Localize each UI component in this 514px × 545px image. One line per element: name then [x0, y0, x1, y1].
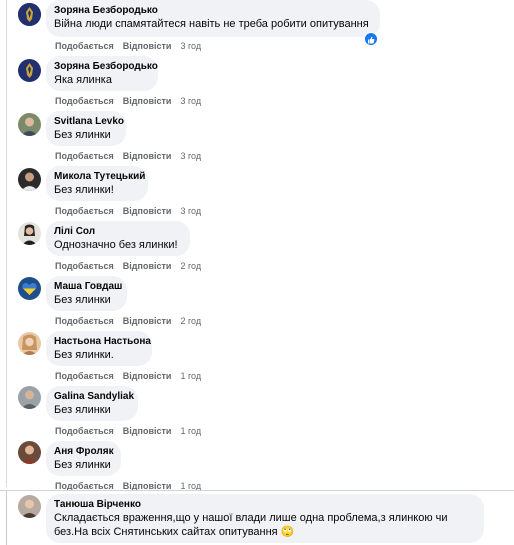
photo-avatar-icon: [18, 222, 41, 245]
comment-bubble: Настьона Настьона Без ялинки.: [46, 331, 152, 366]
comment-actions: Подобається Відповісти 2 год: [55, 315, 201, 327]
avatar[interactable]: [18, 222, 41, 245]
comment-text: Війна люди спамятайтеся навіть не треба …: [54, 18, 369, 30]
heart-avatar-icon: [18, 277, 41, 300]
comment-author[interactable]: Galina Sandyliak: [54, 390, 134, 403]
photo-avatar-icon: [18, 441, 41, 464]
comment-author[interactable]: Аня Фроляк: [54, 445, 114, 458]
comment-time[interactable]: 1 год: [180, 370, 201, 382]
crest-avatar-icon: [18, 59, 41, 82]
comment-time[interactable]: 3 год: [180, 150, 201, 162]
like-button[interactable]: Подобається: [55, 95, 114, 107]
avatar[interactable]: [18, 3, 41, 26]
like-button[interactable]: Подобається: [55, 425, 114, 437]
comment-author[interactable]: Зоряна Безбородько: [54, 60, 158, 73]
comment-bubble: Маша Говдаш Без ялинки: [46, 276, 127, 311]
thread-line: [6, 491, 7, 545]
like-button[interactable]: Подобається: [55, 40, 114, 52]
comment-time[interactable]: 1 год: [180, 425, 201, 437]
reply-button[interactable]: Відповісти: [123, 150, 172, 162]
reply-button[interactable]: Відповісти: [123, 205, 172, 217]
reply-button[interactable]: Відповісти: [123, 315, 172, 327]
comment-text: Без ялинки: [54, 129, 111, 141]
avatar[interactable]: [18, 113, 41, 136]
comment-author[interactable]: Маша Говдаш: [54, 280, 122, 293]
comment-text: Без ялинки!: [54, 184, 114, 196]
avatar[interactable]: [18, 168, 41, 191]
thread-line: [6, 0, 7, 487]
comment-actions: Подобається Відповісти 2 год: [55, 260, 201, 272]
comment-text-line-2: без.На всіх Снятинських сайтах опитуванн…: [54, 526, 278, 538]
like-reaction-icon[interactable]: [364, 32, 378, 46]
comment-bubble: Зоряна Безбородько Яка ялинка: [46, 56, 158, 91]
comment-text: Без ялинки.: [54, 349, 114, 361]
like-button[interactable]: Подобається: [55, 370, 114, 382]
reply-button[interactable]: Відповісти: [123, 425, 172, 437]
avatar[interactable]: [18, 277, 41, 300]
reply-button[interactable]: Відповісти: [123, 260, 172, 272]
avatar[interactable]: [18, 332, 41, 355]
like-button[interactable]: Подобається: [55, 315, 114, 327]
comment-actions: Подобається Відповісти 3 год: [55, 40, 201, 52]
comment-actions: Подобається Відповісти 3 год: [55, 95, 201, 107]
comment-actions: Подобається Відповісти 1 год: [55, 425, 201, 437]
comment-bubble: Зоряна Безбородько Війна люди спамятайте…: [46, 0, 380, 37]
comment-bubble: Galina Sandyliak Без ялинки: [46, 386, 138, 421]
comment-bubble: Аня Фроляк Без ялинки: [46, 441, 121, 476]
comment-bubble: Микола Тутецький Без ялинки!: [46, 166, 148, 201]
comment-bubble: Svitlana Levko Без ялинки: [46, 111, 126, 146]
comment-actions: Подобається Відповісти 3 год: [55, 205, 201, 217]
reply-button[interactable]: Відповісти: [123, 40, 172, 52]
like-button[interactable]: Подобається: [55, 260, 114, 272]
comment-time[interactable]: 3 год: [180, 40, 201, 52]
photo-avatar-icon: [18, 113, 41, 136]
comment-bubble: Танюша Вірченко Складається враження,що …: [46, 494, 484, 543]
comment-time[interactable]: 3 год: [180, 205, 201, 217]
comment-text: Однозначно без ялинки!: [54, 239, 178, 251]
comment-time[interactable]: 2 год: [180, 315, 201, 327]
comment-author[interactable]: Зоряна Безбородько: [54, 4, 370, 17]
photo-avatar-icon: [18, 168, 41, 191]
photo-avatar-icon: [18, 386, 41, 409]
comment-text-line: Складається враження,що у нашої влади ли…: [54, 512, 448, 524]
comment-text-line: без.На всіх Снятинських сайтах опитуванн…: [54, 525, 474, 539]
crest-avatar-icon: [18, 3, 41, 26]
comment-text: Без ялинки: [54, 294, 111, 306]
avatar[interactable]: [18, 386, 41, 409]
comment-time[interactable]: 2 год: [180, 260, 201, 272]
comment-author[interactable]: Лілі Сол: [54, 225, 180, 238]
reply-button[interactable]: Відповісти: [123, 370, 172, 382]
comment-text: Яка ялинка: [54, 74, 112, 86]
comment-author[interactable]: Танюша Вірченко: [54, 498, 474, 511]
avatar[interactable]: [18, 441, 41, 464]
comment-text: Без ялинки: [54, 459, 111, 471]
comment-actions: Подобається Відповісти 3 год: [55, 150, 201, 162]
comment-bubble: Лілі Сол Однозначно без ялинки!: [46, 221, 190, 256]
comment-text: Без ялинки: [54, 404, 111, 416]
reply-button[interactable]: Відповісти: [123, 95, 172, 107]
avatar[interactable]: [18, 495, 41, 518]
avatar[interactable]: [18, 59, 41, 82]
photo-avatar-icon: [18, 495, 41, 518]
comment-time[interactable]: 3 год: [180, 95, 201, 107]
comment-author[interactable]: Настьона Настьона: [54, 335, 151, 348]
comment-author[interactable]: Микола Тутецький: [54, 170, 145, 183]
like-button[interactable]: Подобається: [55, 150, 114, 162]
comment-author[interactable]: Svitlana Levko: [54, 115, 124, 128]
photo-avatar-icon: [18, 332, 41, 355]
comment-actions: Подобається Відповісти 1 год: [55, 370, 201, 382]
like-button[interactable]: Подобається: [55, 205, 114, 217]
rolling-eyes-emoji-icon: 🙄: [280, 526, 295, 538]
